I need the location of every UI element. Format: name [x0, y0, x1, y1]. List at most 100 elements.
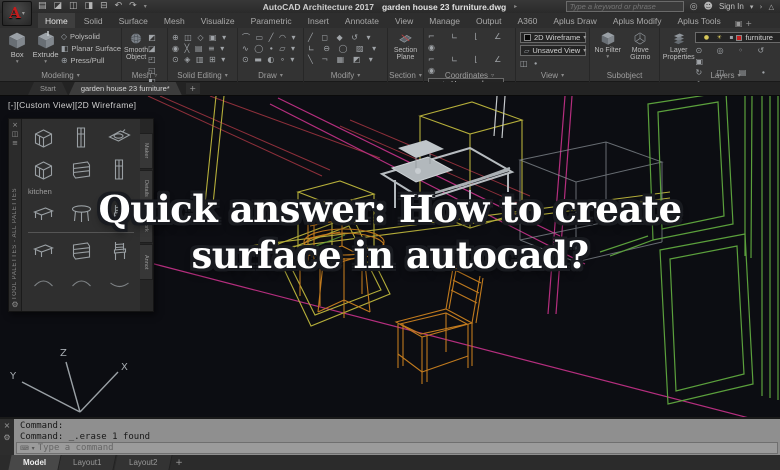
ribbon-tab-aplus-draw[interactable]: Aplus Draw	[546, 13, 603, 28]
chevron-down-icon: ▾	[583, 34, 586, 41]
palette-tool-drawers[interactable]	[63, 154, 99, 186]
ribbon-tab-surface[interactable]: Surface	[112, 13, 155, 28]
ribbon-tab-insert[interactable]: Insert	[301, 13, 336, 28]
plot-icon[interactable]: ⊟	[100, 0, 108, 13]
ribbon-tab-mesh[interactable]: Mesh	[157, 13, 192, 28]
polysolid-button[interactable]: ◇Polysolid	[61, 32, 121, 41]
ribbon-tab-aplus-tools[interactable]: Aplus Tools	[670, 13, 727, 28]
palette-tool-sink[interactable]	[101, 122, 137, 154]
modeling-panel-label[interactable]: Modeling▾	[0, 70, 121, 81]
command-history[interactable]: Command: Command: _.erase 1 found	[14, 419, 780, 442]
section-panel-label[interactable]: Section▾	[388, 70, 423, 81]
viewport-controls-label[interactable]: [-][Custom View][2D Wireframe]	[8, 100, 136, 110]
solid-editing-icon-grid[interactable]: ⊕ ◫ ◇ ▣ ▾ ◉ ╳ ▤ ≡ ▾ ⊙ ◈ ▥ ⊞ ▾	[168, 29, 230, 65]
move-gizmo-button[interactable]: Move Gizmo	[624, 29, 656, 62]
press-pull-button[interactable]: ⊕Press/Pull	[61, 56, 121, 65]
dialog-launcher-icon[interactable]: ▿	[491, 72, 494, 79]
ribbon-tab-home[interactable]: Home	[38, 13, 75, 28]
ribbon-panel-layers: Layer Properties ● ☀ ▪ furniture ▾ ⊙ ◎ ◦…	[660, 28, 780, 82]
save-icon[interactable]: ◫	[69, 0, 78, 13]
redo-icon[interactable]: ↷	[129, 0, 137, 13]
press-pull-icon: ⊕	[61, 56, 68, 65]
command-wrench-icon[interactable]: ⚙	[3, 434, 10, 442]
modify-panel-label[interactable]: Modify▾	[304, 70, 387, 81]
new-drawing-tab-button[interactable]: +	[186, 83, 200, 94]
ribbon-tab-parametric[interactable]: Parametric	[244, 13, 299, 28]
palette-menu-icon[interactable]: ≡	[12, 139, 18, 148]
palette-close-icon[interactable]: ×	[12, 121, 18, 130]
palette-tool-cabinet[interactable]	[25, 122, 61, 154]
command-history-line1: Command:	[20, 421, 774, 432]
ribbon-tab-output[interactable]: Output	[469, 13, 509, 28]
ribbon-tab-view[interactable]: View	[388, 13, 420, 28]
layout-tab-layout1[interactable]: Layout1	[59, 455, 118, 470]
application-menu-button[interactable]: A ▾	[2, 1, 32, 26]
ribbon-tab-annotate[interactable]: Annotate	[338, 13, 386, 28]
section-plane-label: Section Plane	[390, 47, 422, 62]
mesh-panel-label[interactable]: Mesh▿	[122, 70, 167, 81]
tab-add-icon[interactable]: +	[745, 19, 752, 28]
search-icon[interactable]: ◎	[690, 2, 698, 12]
coordinates-icon-row1[interactable]: ⌐ ∟ ⌊ ∠ ◉	[428, 31, 511, 53]
undo-icon[interactable]: ↶	[115, 0, 123, 13]
layout-tab-model[interactable]: Model	[8, 455, 61, 470]
named-view-dropdown[interactable]: ▱ Unsaved View ▾	[520, 45, 586, 56]
file-tab-start[interactable]: Start	[28, 82, 68, 95]
box-button[interactable]: Box ▾	[4, 29, 30, 65]
chevron-down-icon: ▾	[419, 72, 422, 79]
view-icon: ▱	[524, 47, 529, 55]
draw-panel-label[interactable]: Draw▾	[238, 70, 303, 81]
help-search-input[interactable]	[570, 2, 680, 11]
draw-icon-grid[interactable]: ⌒ ▭ ╱ ◠ ▾ ∿ ◯ ∙ ▱ ▾ ⊙ ▬ ◐ ∘ ▾	[238, 29, 299, 65]
no-filter-chevron-icon: ▾	[606, 55, 609, 61]
command-input[interactable]	[38, 443, 774, 453]
ribbon-tab-solid[interactable]: Solid	[77, 13, 110, 28]
view-panel-label[interactable]: View▾	[516, 70, 589, 81]
layers-panel-label[interactable]: Layers▾	[660, 70, 780, 81]
palette-tool-base-cabinet[interactable]	[25, 154, 61, 186]
ribbon-panel-subobject: No Filter ▾ Move Gizmo Subobject	[590, 28, 660, 82]
media-icon[interactable]: ▣	[735, 19, 743, 28]
help-search-box[interactable]	[566, 1, 684, 12]
smooth-object-button[interactable]: Smooth Object	[124, 29, 148, 62]
title-bar-extra-icons[interactable]: ▾ › △	[750, 3, 776, 11]
new-file-icon[interactable]: ▤	[38, 0, 47, 13]
ribbon-tab-a360[interactable]: A360	[510, 13, 544, 28]
planar-surface-button[interactable]: ◧Planar Surface	[61, 44, 121, 53]
command-options-chevron-icon[interactable]: ▾	[32, 445, 35, 452]
ribbon-tab-aplus-modify[interactable]: Aplus Modify	[606, 13, 669, 28]
open-file-icon[interactable]: ◪	[54, 0, 63, 13]
palette-tool-tall-cabinet[interactable]	[63, 122, 99, 154]
layout-tab-bar: Model Layout1 Layout2 +	[0, 455, 780, 470]
command-input-row[interactable]: ⌨ ▾	[16, 442, 778, 454]
modify-icon-grid[interactable]: ╱ ◻ ◆ ↺ ▾ ∟ ⊖ ◯ ▨ ▾ ╲ ¬ ▦ ◩ ▾	[304, 29, 381, 65]
file-tab-document[interactable]: garden house 23 furniture*	[69, 82, 182, 95]
ribbon-tab-manage[interactable]: Manage	[422, 13, 467, 28]
ribbon-panel-mesh: Smooth Object ◩ ◪ ◰ ◱ ◧ ◨ Mesh▿	[122, 28, 168, 82]
no-filter-button[interactable]: No Filter ▾	[593, 29, 623, 61]
layer-thaw-icon: ☀	[717, 34, 722, 41]
layout-tab-layout2[interactable]: Layout2	[114, 455, 173, 470]
command-close-icon[interactable]: ×	[4, 422, 11, 430]
keyboard-icon[interactable]: ⌨	[20, 445, 29, 452]
coordinates-panel-label[interactable]: Coordinates▿	[424, 70, 515, 81]
user-icon[interactable]: ☻	[704, 2, 713, 12]
ribbon-tab-visualize[interactable]: Visualize	[194, 13, 242, 28]
chevron-down-icon: ▾	[225, 72, 228, 79]
palette-tab-maker[interactable]: Maker	[140, 133, 153, 169]
layer-dropdown[interactable]: ● ☀ ▪ furniture ▾	[695, 32, 780, 43]
palette-gear-icon[interactable]: ⚙	[11, 300, 18, 309]
save-as-icon[interactable]: ◨	[85, 0, 94, 13]
qat-customize-icon[interactable]: ▾	[144, 0, 147, 13]
section-plane-button[interactable]: Section Plane	[390, 29, 422, 62]
visual-style-dropdown[interactable]: 2D Wireframe ▾	[520, 32, 586, 43]
palette-autohide-icon[interactable]: ◫	[12, 130, 19, 139]
view-icon-grid[interactable]: ◫ ∙	[520, 58, 540, 69]
extrude-button[interactable]: Extrude ▾	[32, 29, 58, 65]
sign-in-link[interactable]: Sign In	[719, 2, 744, 11]
solid-editing-panel-label[interactable]: Solid Editing▾	[168, 70, 237, 81]
new-layout-button[interactable]: +	[171, 455, 187, 470]
layer-properties-button[interactable]: Layer Properties	[662, 29, 695, 62]
dialog-launcher-icon[interactable]: ▿	[154, 72, 157, 79]
palette-tool-tall-unit[interactable]	[101, 154, 137, 186]
